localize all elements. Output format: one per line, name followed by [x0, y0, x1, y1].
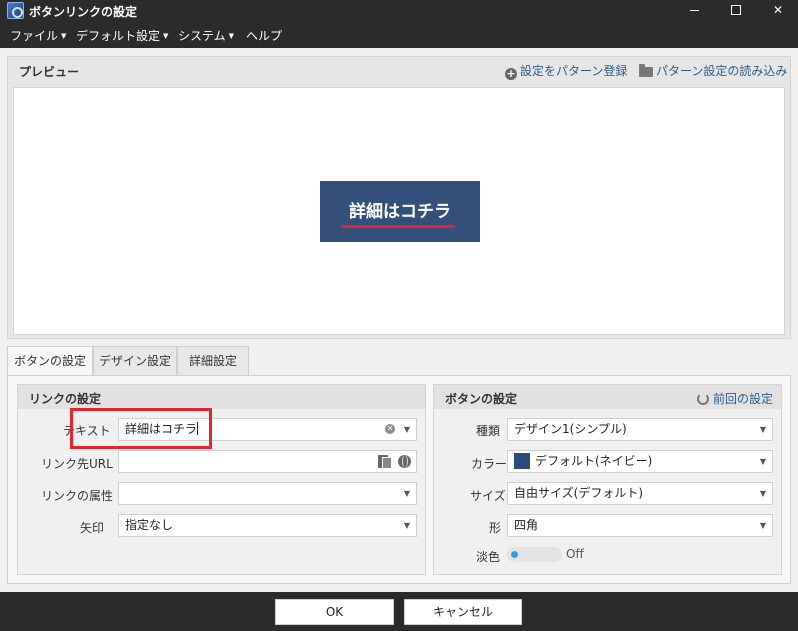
load-pattern-label: パターン設定の読み込み: [656, 64, 788, 78]
menu-bar: ファイル ▼ デフォルト設定 ▼ システム ▼ ヘルプ: [0, 22, 798, 48]
plus-circle-icon: +: [505, 67, 517, 80]
previous-settings-label: 前回の設定: [712, 392, 773, 406]
link-settings-title: リンクの設定: [29, 392, 102, 406]
button-settings-header: ボタンの設定 前回の設定: [434, 385, 781, 409]
chevron-down-icon: ▼: [163, 32, 169, 40]
dialog-footer: OK キャンセル: [0, 592, 798, 631]
ok-button[interactable]: OK: [275, 599, 394, 625]
app-icon: [7, 2, 24, 19]
cancel-button[interactable]: キャンセル: [404, 599, 522, 625]
tab-design-settings[interactable]: デザイン設定: [93, 346, 177, 376]
menu-system-label: システム: [178, 29, 226, 43]
arrow-select[interactable]: 指定なし ▼: [118, 514, 417, 537]
shape-label: 形: [489, 521, 502, 535]
size-value: 自由サイズ(デフォルト): [514, 486, 644, 500]
type-select[interactable]: デザイン1(シンプル) ▼: [507, 418, 773, 441]
chevron-down-icon: ▼: [759, 457, 766, 466]
menu-help[interactable]: ヘルプ: [246, 27, 282, 44]
size-label: サイズ: [470, 489, 506, 503]
chevron-down-icon: ▼: [228, 32, 235, 40]
menu-file-label: ファイル: [10, 29, 59, 43]
color-swatch: [514, 453, 530, 469]
tab-detail-settings[interactable]: 詳細設定: [177, 346, 249, 376]
globe-icon[interactable]: [398, 455, 411, 468]
color-value: デフォルト(ネイビー): [535, 454, 653, 468]
maximize-icon[interactable]: [716, 0, 756, 22]
minimize-icon[interactable]: [674, 0, 714, 22]
url-label: リンク先URL: [41, 457, 113, 471]
folder-icon: [639, 64, 653, 77]
link-settings-section: リンクの設定 テキスト 詳細はコチラ ✕ ▼ リンク先URL リンクの属性 ▼ …: [17, 384, 426, 575]
tab-panel: リンクの設定 テキスト 詳細はコチラ ✕ ▼ リンク先URL リンクの属性 ▼ …: [7, 375, 791, 584]
save-pattern-label: 設定をパターン登録: [520, 64, 628, 78]
menu-default-settings[interactable]: デフォルト設定 ▼: [76, 27, 168, 44]
toggle-knob: [511, 551, 518, 558]
annotation-underline: [341, 225, 455, 228]
fade-label: 淡色: [476, 550, 501, 564]
menu-default-settings-label: デフォルト設定: [76, 29, 161, 43]
load-pattern-link[interactable]: パターン設定の読み込み: [639, 62, 787, 79]
preview-area: 詳細はコチラ: [13, 87, 785, 335]
preview-button: 詳細はコチラ: [320, 181, 480, 242]
chevron-down-icon[interactable]: ▼: [404, 419, 410, 440]
color-label: カラー: [471, 457, 508, 471]
fade-toggle-state: Off: [566, 547, 584, 561]
link-attr-select[interactable]: ▼: [118, 482, 417, 505]
shape-value: 四角: [514, 518, 539, 532]
size-select[interactable]: 自由サイズ(デフォルト) ▼: [507, 482, 773, 505]
chevron-down-icon: ▼: [759, 425, 766, 434]
annotation-highlight-box: [70, 408, 212, 449]
preview-panel: プレビュー + 設定をパターン登録 パターン設定の読み込み 詳細はコチラ: [7, 56, 791, 339]
shape-select[interactable]: 四角 ▼: [507, 514, 773, 537]
chevron-down-icon: ▼: [403, 489, 410, 498]
button-settings-section: ボタンの設定 前回の設定 種類 デザイン1(シンプル) ▼ カラー デフォルト(…: [433, 384, 782, 575]
type-label: 種類: [476, 424, 501, 438]
document-icon[interactable]: [378, 455, 392, 469]
menu-help-label: ヘルプ: [246, 29, 283, 43]
type-value: デザイン1(シンプル): [514, 422, 627, 436]
arrow-label: 矢印: [80, 521, 105, 535]
tab-button-settings[interactable]: ボタンの設定: [7, 346, 93, 377]
menu-system[interactable]: システム ▼: [178, 27, 234, 44]
chevron-down-icon: ▼: [61, 32, 67, 40]
url-input[interactable]: [118, 450, 417, 473]
color-select[interactable]: デフォルト(ネイビー) ▼: [507, 450, 773, 473]
close-icon[interactable]: [758, 0, 798, 22]
arrow-value: 指定なし: [125, 518, 174, 532]
link-settings-header: リンクの設定: [18, 385, 425, 409]
menu-file[interactable]: ファイル ▼: [10, 27, 66, 44]
save-pattern-link[interactable]: + 設定をパターン登録: [505, 62, 627, 80]
previous-settings-link[interactable]: 前回の設定: [696, 390, 773, 407]
chevron-down-icon: ▼: [403, 521, 410, 530]
preview-button-text: 詳細はコチラ: [349, 202, 451, 222]
chevron-down-icon: ▼: [759, 489, 766, 498]
fade-toggle[interactable]: [507, 547, 562, 562]
chevron-down-icon: ▼: [759, 521, 766, 530]
link-attr-label: リンクの属性: [41, 489, 114, 503]
preview-label: プレビュー: [19, 65, 80, 79]
title-bar: ボタンリンクの設定: [0, 0, 798, 22]
button-settings-title: ボタンの設定: [445, 392, 518, 406]
clear-icon[interactable]: ✕: [385, 424, 395, 434]
refresh-icon: [696, 393, 709, 405]
window-title: ボタンリンクの設定: [29, 5, 138, 19]
